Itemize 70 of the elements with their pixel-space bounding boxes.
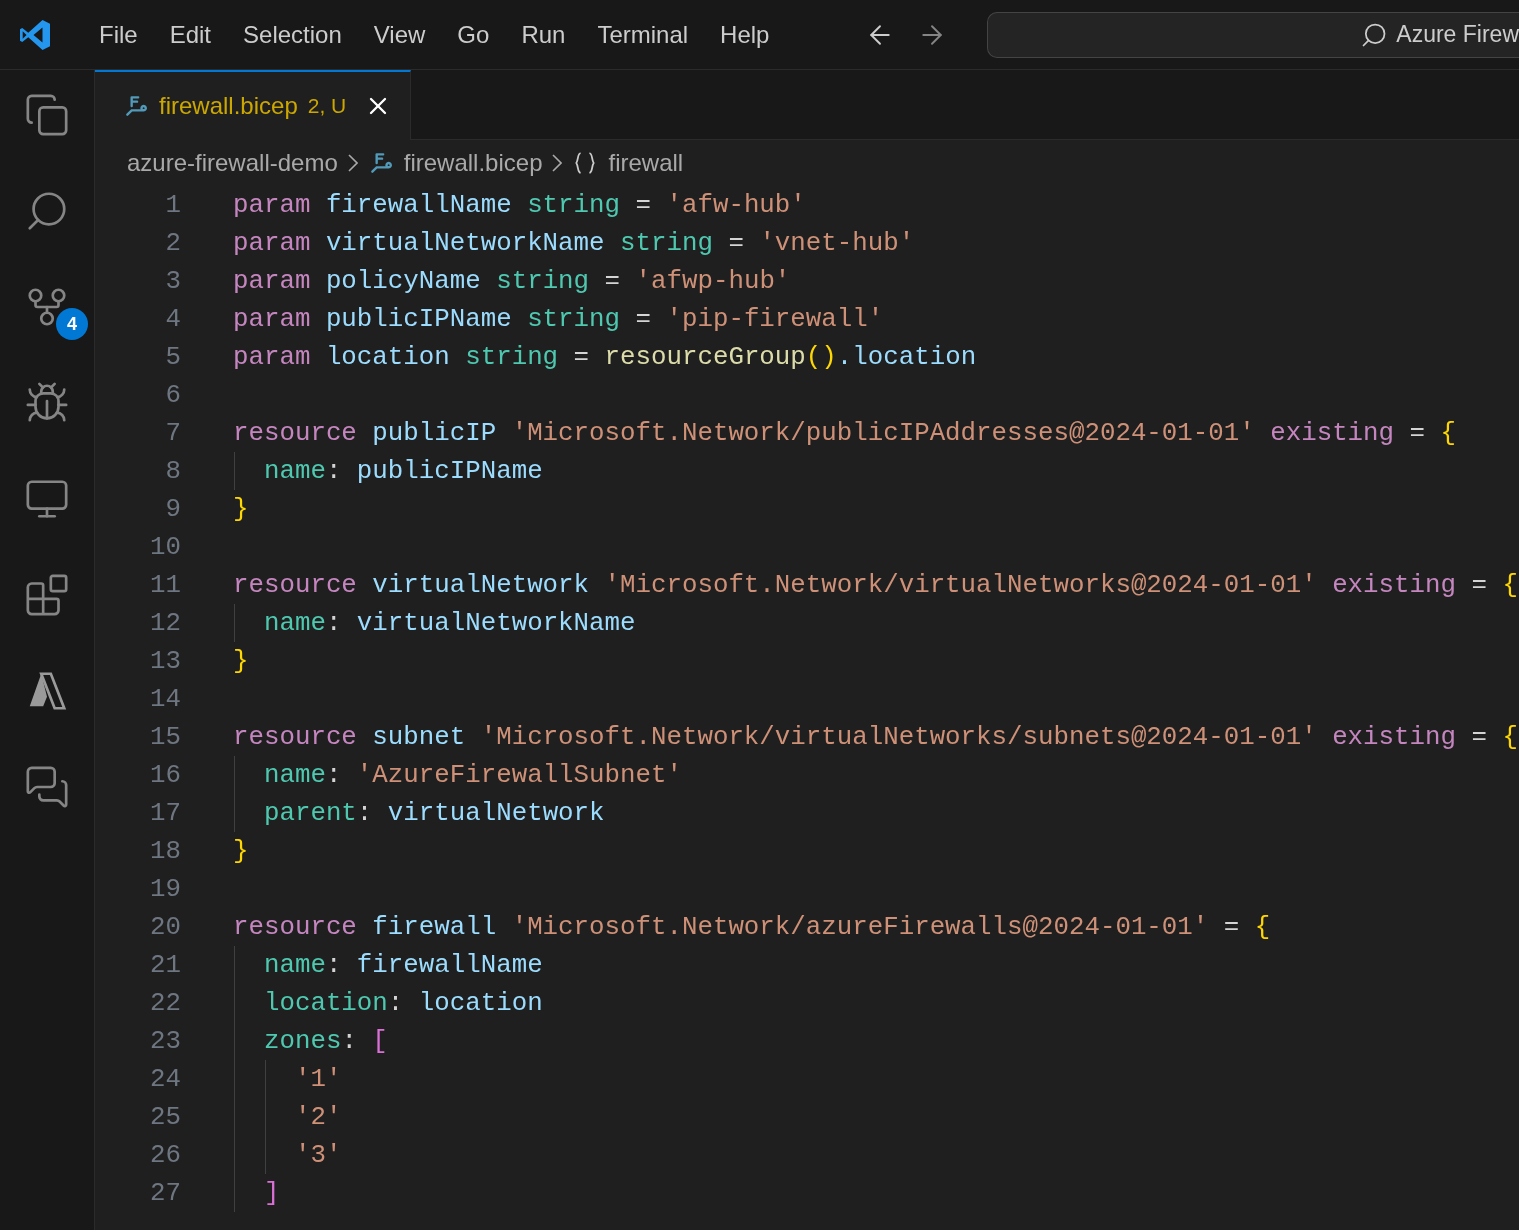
code-line: param virtualNetworkName string = 'vnet-hub' xyxy=(233,228,915,258)
code-line: param publicIPName string = 'pip-firewall' xyxy=(233,304,884,334)
line-number: 8 xyxy=(164,456,181,486)
bicep-file-icon xyxy=(123,93,149,119)
line-number: 18 xyxy=(149,836,181,866)
breadcrumb-item[interactable]: azure-firewall-demo xyxy=(127,149,338,177)
code-line: param location string = resourceGroup().location xyxy=(233,342,977,372)
line-number: 5 xyxy=(164,342,181,372)
code-line: } xyxy=(233,836,249,866)
line-number: 14 xyxy=(149,684,181,714)
code-line: zones: [ xyxy=(262,1026,388,1056)
code-line: ] xyxy=(262,1178,280,1208)
code-line: } xyxy=(233,494,249,524)
menu-item[interactable]: Go xyxy=(441,20,506,49)
menu-item[interactable]: Run xyxy=(505,20,582,49)
code-line: resource firewall 'Microsoft.Network/azureFirewalls@2024-01-01' = { xyxy=(233,912,1271,942)
code-line: resource virtualNetwork 'Microsoft.Network/virtualNetworks@2024-01-01' existing = { xyxy=(233,570,1518,600)
code-line: '3' xyxy=(293,1140,342,1170)
line-number: 15 xyxy=(149,722,181,752)
line-number: 13 xyxy=(149,646,181,676)
line-number: 26 xyxy=(149,1140,181,1170)
breadcrumb-item[interactable]: firewall xyxy=(608,149,684,177)
code-line: parent: virtualNetwork xyxy=(262,798,605,828)
chevron-icon xyxy=(347,154,358,172)
code-line: '1' xyxy=(293,1064,342,1094)
line-number: 24 xyxy=(149,1064,181,1094)
line-number: 17 xyxy=(149,798,181,828)
line-number: 6 xyxy=(164,380,181,410)
chat-icon[interactable] xyxy=(24,764,70,810)
line-number: 4 xyxy=(164,304,181,334)
menu-item[interactable]: Edit xyxy=(153,20,228,49)
count-badge: 4 xyxy=(56,308,88,340)
code-line: name: virtualNetworkName xyxy=(262,608,636,638)
menu-item[interactable]: View xyxy=(357,20,442,49)
code-line: resource subnet 'Microsoft.Network/virtualNetworks/subnets@2024-01-01' existing = { xyxy=(233,722,1518,752)
code-line: name: firewallName xyxy=(262,950,543,980)
code-line: resource publicIP 'Microsoft.Network/publicIPAddresses@2024-01-01' existing = { xyxy=(233,418,1456,448)
search-field[interactable]: Azure Firew xyxy=(987,11,1519,58)
line-number: 2 xyxy=(164,228,181,258)
line-number: 1 xyxy=(164,190,181,220)
code-line: '2' xyxy=(293,1102,342,1132)
line-number: 20 xyxy=(149,912,181,942)
line-number: 22 xyxy=(149,988,181,1018)
line-number: 3 xyxy=(164,266,181,296)
line-number: 19 xyxy=(149,874,181,904)
code-line: name: publicIPName xyxy=(262,456,543,486)
line-number: 11 xyxy=(149,570,181,600)
chevron-icon xyxy=(552,154,563,172)
code-line: param firewallName string = 'afw-hub' xyxy=(233,190,806,220)
extensions-icon[interactable] xyxy=(24,572,70,618)
menu-item[interactable]: Terminal xyxy=(581,20,705,49)
line-number: 7 xyxy=(164,418,181,448)
line-number: 10 xyxy=(149,532,181,562)
menu-item[interactable]: Help xyxy=(704,20,786,49)
line-number: 25 xyxy=(149,1102,181,1132)
code-line: param policyName string = 'afwp-hub' xyxy=(233,266,791,296)
menu-item[interactable]: File xyxy=(83,20,154,49)
line-number: 9 xyxy=(164,494,181,524)
breadcrumb-item[interactable]: firewall.bicep xyxy=(403,149,543,177)
line-number: 23 xyxy=(149,1026,181,1056)
code-line: location: location xyxy=(262,988,543,1018)
line-number: 12 xyxy=(149,608,181,638)
code-line: } xyxy=(233,646,249,676)
line-number: 27 xyxy=(149,1178,181,1208)
files-icon[interactable] xyxy=(24,92,70,138)
line-number: 16 xyxy=(149,760,181,790)
editor-tab[interactable]: firewall.bicep 2, U xyxy=(95,70,412,140)
menu-item[interactable]: Selection xyxy=(227,20,358,49)
line-number: 21 xyxy=(149,950,181,980)
code-line: name: 'AzureFirewallSubnet' xyxy=(262,760,682,790)
